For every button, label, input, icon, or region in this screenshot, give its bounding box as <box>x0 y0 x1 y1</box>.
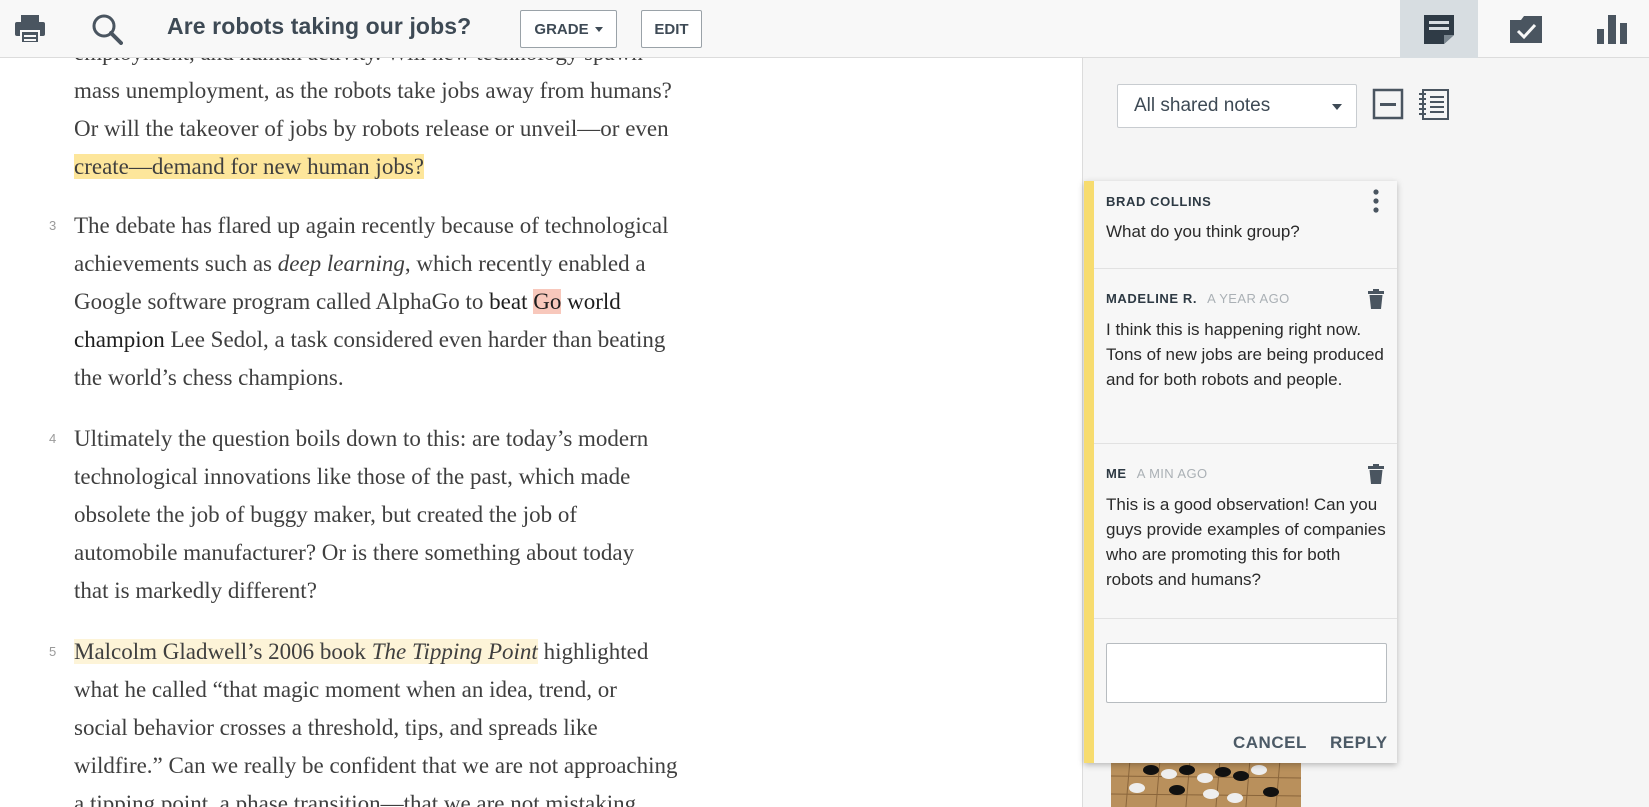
text-line: wildfire.” Can we really be confident th… <box>74 753 678 778</box>
text-segment: achievements such as <box>74 251 278 276</box>
text-line: mass unemployment, as the robots take jo… <box>74 78 672 103</box>
note-item: MADELINE R. A YEAR AGO I think this is ha… <box>1094 269 1397 444</box>
text-segment: , which recently enabled a <box>404 251 646 276</box>
italic-title: The Tipping Point <box>371 639 538 664</box>
text-line: that is markedly different? <box>74 578 317 603</box>
text-line: The debate has flared up again recently … <box>74 213 669 238</box>
note-body: What do you think group? <box>1106 222 1300 241</box>
document-title: Are robots taking our jobs? <box>167 13 472 39</box>
grade-label: GRADE <box>534 20 589 38</box>
note-timestamp: A MIN AGO <box>1136 466 1208 481</box>
caret-down-icon <box>594 26 603 32</box>
text-line: employment, and human activity. Will new… <box>74 58 774 72</box>
selected-text[interactable]: beat <box>489 289 533 314</box>
text-line: what he called “that magic moment when a… <box>74 677 617 702</box>
note-item: BRAD COLLINS What do you think group? <box>1094 181 1397 269</box>
paragraph-number: 4 <box>49 431 57 446</box>
paragraph-3: The debate has flared up again recently … <box>74 207 774 397</box>
paragraph-5: Malcolm Gladwell’s 2006 book The Tipping… <box>74 633 774 807</box>
bar-chart-icon <box>1597 15 1627 44</box>
assignment-check-icon <box>1510 16 1542 43</box>
printer-icon[interactable] <box>11 10 49 48</box>
text-line: the world’s chess champions. <box>74 365 344 390</box>
tab-reports[interactable] <box>1573 0 1649 58</box>
trash-icon[interactable] <box>1365 462 1387 486</box>
text-line: a tipping point, a phase transition—that… <box>74 791 637 807</box>
highlight-pink[interactable]: Go <box>533 289 562 314</box>
magnifier-icon[interactable] <box>88 10 126 48</box>
text-segment: Google software program called AlphaGo t… <box>74 289 490 314</box>
note-author: ME <box>1106 466 1127 481</box>
italic-term: deep learning <box>277 251 405 276</box>
reading-pane: employment, and human activity. Will new… <box>0 58 1083 807</box>
edit-button[interactable]: EDIT <box>641 10 702 48</box>
note-author: MADELINE R. <box>1106 291 1198 306</box>
highlight-yellow[interactable]: create—demand for new human jobs? <box>74 154 424 179</box>
text-line: Or will the takeover of jobs by robots r… <box>74 116 669 141</box>
text-segment: Lee Sedol, a task considered even harder… <box>164 327 666 352</box>
caret-down-icon <box>1332 104 1342 110</box>
note-author: BRAD COLLINS <box>1106 194 1212 209</box>
selected-text[interactable]: champion <box>74 327 165 352</box>
paragraph-4: Ultimately the question boils down to th… <box>74 420 774 610</box>
reply-button[interactable]: REPLY <box>1330 733 1388 753</box>
note-body: This is a good observation! Can you guys… <box>1106 495 1386 589</box>
note-timestamp: A YEAR AGO <box>1207 291 1290 306</box>
notes-icon <box>1424 15 1454 44</box>
tab-notes[interactable] <box>1400 0 1478 58</box>
paragraph-2: employment, and human activity. Will new… <box>74 58 774 186</box>
text-line: automobile manufacturer? Or is there som… <box>74 540 635 565</box>
cancel-button[interactable]: CANCEL <box>1233 733 1307 753</box>
highlight-cream[interactable]: Malcolm Gladwell’s 2006 book The Tipping… <box>74 639 538 664</box>
tab-assignments[interactable] <box>1487 0 1565 58</box>
selected-text[interactable]: world <box>561 289 621 314</box>
notes-filter-dropdown[interactable]: All shared notes <box>1117 84 1357 128</box>
text-line: social behavior crosses a threshold, tip… <box>74 715 598 740</box>
paragraph-number: 5 <box>49 644 57 659</box>
text-segment: Malcolm Gladwell’s 2006 book <box>74 639 372 664</box>
collapse-minus-icon[interactable] <box>1371 86 1405 122</box>
text-line: obsolete the job of buggy maker, but cre… <box>74 502 578 527</box>
trash-icon[interactable] <box>1365 287 1387 311</box>
text-line: Ultimately the question boils down to th… <box>74 426 649 451</box>
note-item: ME A MIN AGO This is a good observation! … <box>1094 444 1397 619</box>
reply-input[interactable] <box>1106 643 1387 703</box>
note-body: I think this is happening right now. Ton… <box>1106 320 1384 389</box>
note-thread-card: BRAD COLLINS What do you think group? MA… <box>1084 181 1397 763</box>
text-line: technological innovations like those of … <box>74 464 631 489</box>
paragraph-number: 3 <box>49 218 57 233</box>
notebook-icon[interactable] <box>1417 86 1451 122</box>
text-segment: highlighted <box>537 639 649 664</box>
more-vertical-icon[interactable] <box>1365 189 1387 213</box>
grade-dropdown-button[interactable]: GRADE <box>520 10 617 48</box>
filter-value: All shared notes <box>1134 95 1271 116</box>
top-toolbar: Are robots taking our jobs? GRADE EDIT <box>0 0 1649 58</box>
